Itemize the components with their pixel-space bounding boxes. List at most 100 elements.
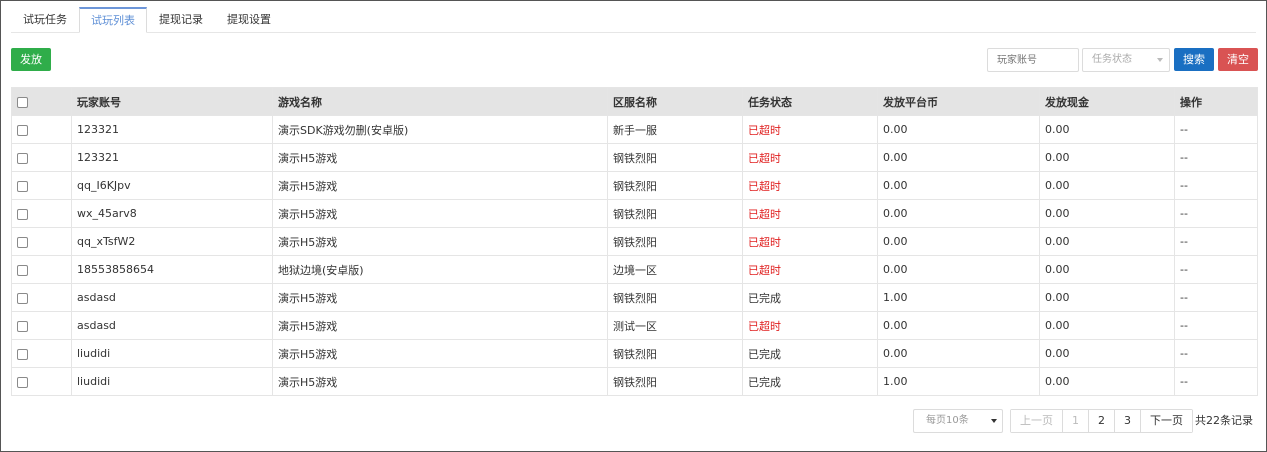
task-status-cell: 已超时 — [742, 199, 878, 228]
game-name-cell: 演示H5游戏 — [272, 339, 608, 368]
row-checkbox[interactable] — [17, 264, 28, 276]
row-checkbox-cell — [11, 367, 72, 396]
cash-cell: 0.00 — [1039, 227, 1175, 256]
row-checkbox[interactable] — [17, 208, 28, 220]
header-cash: 发放现金 — [1039, 87, 1175, 116]
actions-cell: -- — [1174, 115, 1258, 144]
per-page-select[interactable]: 每页10条 — [913, 409, 1003, 433]
cash-cell: 0.00 — [1039, 283, 1175, 312]
platform-coin-cell: 0.00 — [877, 143, 1040, 172]
cash-cell: 0.00 — [1039, 367, 1175, 396]
platform-coin-cell: 0.00 — [877, 227, 1040, 256]
page-2-button[interactable]: 2 — [1088, 410, 1114, 432]
actions-cell: -- — [1174, 227, 1258, 256]
header-platform-coin: 发放平台币 — [877, 87, 1040, 116]
server-name-cell: 钢铁烈阳 — [607, 367, 743, 396]
row-checkbox[interactable] — [17, 292, 28, 304]
game-name-cell: 演示SDK游戏勿删(安卓版) — [272, 115, 608, 144]
trial-list-table: 玩家账号 游戏名称 区服名称 任务状态 发放平台币 发放现金 操作 123321… — [11, 87, 1258, 396]
row-checkbox[interactable] — [17, 320, 28, 332]
row-checkbox[interactable] — [17, 124, 28, 136]
tab-trial-list[interactable]: 试玩列表 — [79, 7, 147, 33]
cash-cell: 0.00 — [1039, 143, 1175, 172]
cash-cell: 0.00 — [1039, 311, 1175, 340]
cash-cell: 0.00 — [1039, 115, 1175, 144]
server-name-cell: 钢铁烈阳 — [607, 199, 743, 228]
tab-trial-tasks[interactable]: 试玩任务 — [11, 7, 79, 33]
cash-cell: 0.00 — [1039, 171, 1175, 200]
select-all-checkbox[interactable] — [17, 96, 28, 108]
row-checkbox[interactable] — [17, 376, 28, 388]
page-3-button[interactable]: 3 — [1114, 410, 1140, 432]
row-checkbox-cell — [11, 115, 72, 144]
issue-button[interactable]: 发放 — [11, 48, 51, 71]
server-name-cell: 钢铁烈阳 — [607, 339, 743, 368]
cash-cell: 0.00 — [1039, 255, 1175, 284]
task-status-placeholder: 任务状态 — [1092, 54, 1132, 65]
server-name-cell: 测试一区 — [607, 311, 743, 340]
server-name-cell: 钢铁烈阳 — [607, 227, 743, 256]
tab-bar: 试玩任务 试玩列表 提现记录 提现设置 — [11, 7, 1256, 33]
cash-cell: 0.00 — [1039, 199, 1175, 228]
row-checkbox-cell — [11, 143, 72, 172]
total-records: 共22条记录 — [1195, 414, 1253, 427]
game-name-cell: 演示H5游戏 — [272, 227, 608, 256]
platform-coin-cell: 0.00 — [877, 199, 1040, 228]
player-account-cell: wx_45arv8 — [71, 199, 273, 228]
task-status-select[interactable]: 任务状态 — [1082, 48, 1170, 72]
actions-cell: -- — [1174, 171, 1258, 200]
clear-button[interactable]: 清空 — [1218, 48, 1258, 71]
row-checkbox[interactable] — [17, 152, 28, 164]
task-status-cell: 已超时 — [742, 227, 878, 256]
next-page-button[interactable]: 下一页 — [1140, 410, 1192, 432]
header-task-status: 任务状态 — [742, 87, 878, 116]
task-status-cell: 已完成 — [742, 367, 878, 396]
search-button[interactable]: 搜索 — [1174, 48, 1214, 71]
game-name-cell: 地狱边境(安卓版) — [272, 255, 608, 284]
game-name-cell: 演示H5游戏 — [272, 283, 608, 312]
table-row: wx_45arv8 演示H5游戏 钢铁烈阳 已超时 0.00 0.00 -- — [11, 199, 1258, 228]
header-actions: 操作 — [1174, 87, 1258, 116]
platform-coin-cell: 0.00 — [877, 115, 1040, 144]
row-checkbox[interactable] — [17, 180, 28, 192]
pagination: 上一页 1 2 3 下一页 — [1010, 409, 1193, 433]
task-status-cell: 已完成 — [742, 283, 878, 312]
server-name-cell: 新手一服 — [607, 115, 743, 144]
task-status-cell: 已超时 — [742, 143, 878, 172]
header-server-name: 区服名称 — [607, 87, 743, 116]
row-checkbox-cell — [11, 255, 72, 284]
game-name-cell: 演示H5游戏 — [272, 171, 608, 200]
server-name-cell: 钢铁烈阳 — [607, 283, 743, 312]
platform-coin-cell: 0.00 — [877, 171, 1040, 200]
row-checkbox[interactable] — [17, 236, 28, 248]
header-checkbox-cell — [11, 87, 72, 116]
player-account-cell: asdasd — [71, 311, 273, 340]
player-account-cell: asdasd — [71, 283, 273, 312]
actions-cell: -- — [1174, 255, 1258, 284]
row-checkbox[interactable] — [17, 348, 28, 360]
table-row: liudidi 演示H5游戏 钢铁烈阳 已完成 0.00 0.00 -- — [11, 339, 1258, 368]
per-page-label: 每页10条 — [926, 415, 969, 426]
player-account-cell: qq_xTsfW2 — [71, 227, 273, 256]
chevron-down-icon — [991, 419, 997, 423]
platform-coin-cell: 0.00 — [877, 311, 1040, 340]
player-account-cell: liudidi — [71, 367, 273, 396]
tab-withdraw-records[interactable]: 提现记录 — [147, 7, 215, 33]
actions-cell: -- — [1174, 283, 1258, 312]
server-name-cell: 钢铁烈阳 — [607, 143, 743, 172]
chevron-down-icon — [1157, 58, 1163, 62]
platform-coin-cell: 1.00 — [877, 367, 1040, 396]
tab-withdraw-settings[interactable]: 提现设置 — [215, 7, 283, 33]
player-account-cell: liudidi — [71, 339, 273, 368]
player-account-input[interactable] — [987, 48, 1079, 72]
row-checkbox-cell — [11, 199, 72, 228]
row-checkbox-cell — [11, 171, 72, 200]
row-checkbox-cell — [11, 227, 72, 256]
table-row: qq_I6KJpv 演示H5游戏 钢铁烈阳 已超时 0.00 0.00 -- — [11, 171, 1258, 200]
game-name-cell: 演示H5游戏 — [272, 199, 608, 228]
table-row: 18553858654 地狱边境(安卓版) 边境一区 已超时 0.00 0.00 -- — [11, 255, 1258, 284]
page-1-button[interactable]: 1 — [1062, 410, 1088, 432]
row-checkbox-cell — [11, 339, 72, 368]
server-name-cell: 钢铁烈阳 — [607, 171, 743, 200]
prev-page-button[interactable]: 上一页 — [1011, 410, 1062, 432]
